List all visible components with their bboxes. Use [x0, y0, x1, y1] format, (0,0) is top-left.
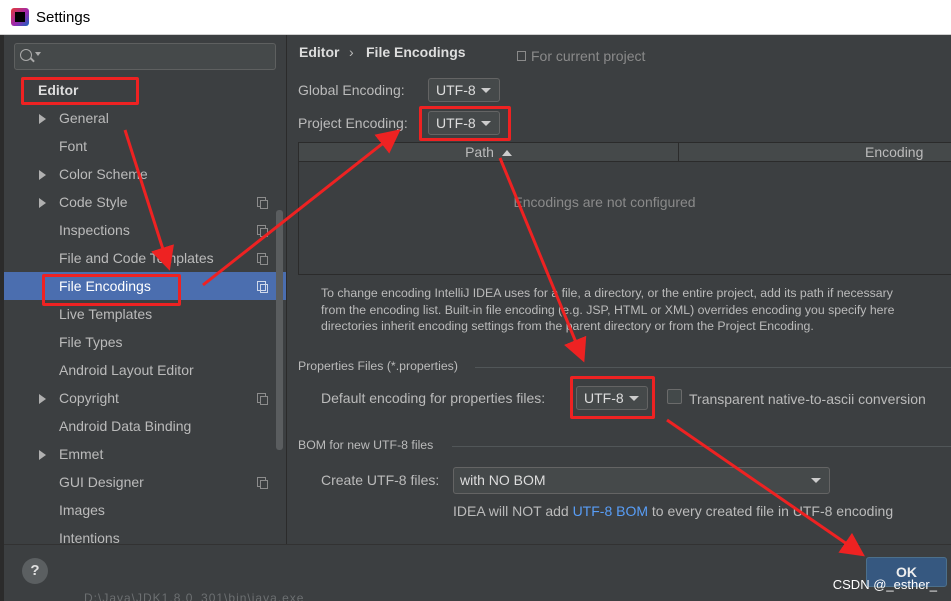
breadcrumb-separator: › [349, 44, 354, 60]
chevron-down-icon [481, 88, 491, 93]
sidebar-item-file-and-code-templates[interactable]: File and Code Templates [4, 244, 286, 272]
properties-section-title: Properties Files (*.properties) [298, 359, 458, 373]
sidebar-item-code-style[interactable]: Code Style [4, 188, 286, 216]
settings-search-box[interactable] [14, 43, 276, 70]
sidebar-item-label: Emmet [59, 446, 104, 462]
sidebar-item-emmet[interactable]: Emmet [4, 440, 286, 468]
sidebar-item-color-scheme[interactable]: Color Scheme [4, 160, 286, 188]
help-line: directories inherit encoding settings fr… [321, 319, 814, 333]
breadcrumb-current: File Encodings [366, 44, 466, 60]
dialog-button-bar: ? D:\Java\JDK1.8.0_301\bin\java.exe OK C… [4, 544, 951, 601]
bom-option-combo[interactable]: with NO BOM [453, 467, 830, 494]
for-current-project-label: For current project [531, 48, 646, 64]
sidebar-item-label: GUI Designer [59, 474, 144, 490]
annotation-box-file-encodings [42, 274, 181, 306]
sidebar-item-label: Inspections [59, 222, 130, 238]
chevron-right-icon[interactable] [39, 114, 46, 124]
annotation-box-project-encoding [419, 106, 511, 141]
bom-section-title: BOM for new UTF-8 files [298, 438, 434, 452]
intellij-app-icon [11, 8, 29, 26]
column-header-path[interactable]: Path [299, 143, 679, 162]
section-divider [452, 446, 951, 447]
global-encoding-combo[interactable]: UTF-8 [428, 78, 500, 102]
search-history-chevron-icon[interactable] [35, 52, 41, 56]
encodings-table[interactable]: Path Encoding Encodings are not configur… [298, 142, 951, 275]
sidebar-item-label: Intentions [59, 530, 120, 544]
sidebar-item-label: Android Data Binding [59, 418, 192, 434]
settings-search-input[interactable] [43, 47, 268, 66]
utf8-bom-link[interactable]: UTF-8 BOM [573, 503, 648, 519]
default-properties-encoding-label: Default encoding for properties files: [321, 390, 546, 406]
sidebar-item-label: Code Style [59, 194, 128, 210]
sidebar-item-copyright[interactable]: Copyright [4, 384, 286, 412]
sidebar-item-android-data-binding[interactable]: Android Data Binding [4, 412, 286, 440]
settings-tree: Editor General Font Color Scheme Code Style I… [4, 76, 286, 544]
transparent-conversion-label[interactable]: Transparent native-to-ascii conversion [689, 391, 926, 407]
create-utf8-files-label: Create UTF-8 files: [321, 472, 440, 488]
sidebar-item-general[interactable]: General [4, 104, 286, 132]
window-title-bar: Settings [0, 0, 951, 35]
encoding-help-text: To change encoding IntelliJ IDEA uses fo… [321, 285, 951, 335]
chevron-right-icon[interactable] [39, 450, 46, 460]
project-scope-icon [257, 225, 268, 237]
background-console-text: D:\Java\JDK1.8.0_301\bin\java.exe [84, 591, 305, 601]
sidebar-item-label: Copyright [59, 390, 119, 406]
table-empty-text: Encodings are not configured [513, 194, 696, 210]
chevron-right-icon[interactable] [39, 170, 46, 180]
annotation-box-properties-encoding [570, 376, 655, 419]
project-scope-icon [257, 393, 268, 405]
chevron-right-icon[interactable] [39, 198, 46, 208]
annotation-box-editor [21, 77, 139, 105]
global-encoding-value: UTF-8 [436, 82, 476, 98]
sort-ascending-icon [501, 150, 512, 156]
global-encoding-label: Global Encoding: [298, 82, 405, 98]
bom-option-value: with NO BOM [460, 472, 546, 488]
sidebar-item-label: File Types [59, 334, 123, 350]
sidebar-item-images[interactable]: Images [4, 496, 286, 524]
chevron-down-icon [811, 478, 821, 483]
project-scope-icon [257, 197, 268, 209]
csdn-watermark: CSDN @_esther_ [832, 577, 937, 592]
sidebar-item-label: Images [59, 502, 105, 518]
search-icon[interactable] [20, 49, 32, 61]
column-header-encoding[interactable]: Encoding [679, 143, 951, 162]
bom-note: IDEA will NOT add UTF-8 BOM to every cre… [453, 503, 893, 519]
sidebar-item-label: General [59, 110, 109, 126]
help-button[interactable]: ? [22, 558, 48, 584]
file-encodings-panel: Editor › File Encodings For current proj… [287, 35, 951, 544]
project-scope-icon [257, 477, 268, 489]
for-current-project-hint: For current project [517, 48, 645, 64]
sidebar-scrollbar[interactable] [276, 210, 283, 450]
project-scope-icon [257, 253, 268, 265]
sidebar-item-gui-designer[interactable]: GUI Designer [4, 468, 286, 496]
project-scope-icon [517, 51, 526, 61]
bom-note-suffix: to every created file in UTF-8 encoding [648, 503, 894, 519]
sidebar-item-label: Android Layout Editor [59, 362, 194, 378]
project-encoding-label: Project Encoding: [298, 115, 408, 131]
column-header-path-label: Path [465, 144, 494, 160]
bom-note-prefix: IDEA will NOT add [453, 503, 573, 519]
help-line: To change encoding IntelliJ IDEA uses fo… [321, 286, 893, 300]
sidebar-item-label: File and Code Templates [59, 250, 214, 266]
breadcrumb-parent: Editor [299, 44, 340, 60]
sidebar-item-font[interactable]: Font [4, 132, 286, 160]
window-title: Settings [36, 9, 91, 26]
transparent-conversion-checkbox[interactable] [667, 389, 682, 404]
sidebar-item-android-layout-editor[interactable]: Android Layout Editor [4, 356, 286, 384]
help-line: from the encoding list. Built-in file en… [321, 302, 895, 317]
project-scope-icon [257, 281, 268, 293]
sidebar-item-intentions[interactable]: Intentions [4, 524, 286, 544]
sidebar-item-label: Font [59, 138, 88, 154]
section-divider [475, 367, 951, 368]
sidebar-item-label: Color Scheme [59, 166, 148, 182]
sidebar-item-inspections[interactable]: Inspections [4, 216, 286, 244]
sidebar-item-file-types[interactable]: File Types [4, 328, 286, 356]
chevron-right-icon[interactable] [39, 394, 46, 404]
